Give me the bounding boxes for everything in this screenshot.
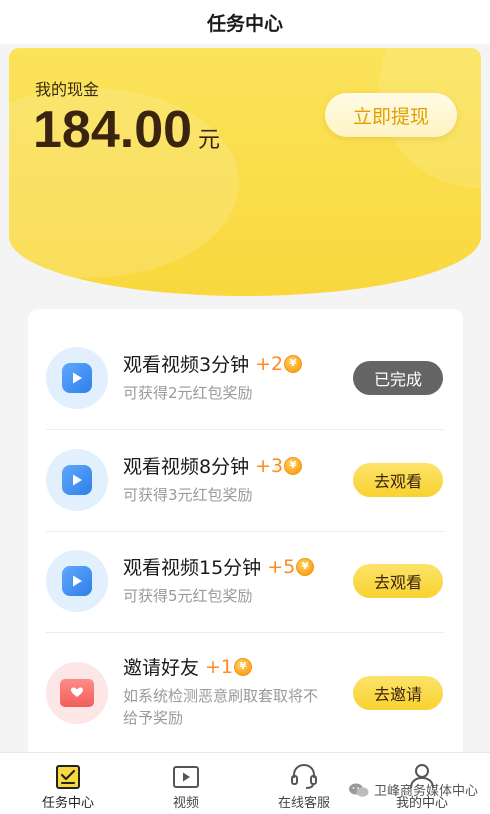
task-list: 观看视频3分钟 +2 ¥ 可获得2元红包奖励 已完成 观看视频8分钟 +3 ¥ …	[28, 309, 463, 769]
play-icon-badge	[46, 550, 108, 612]
coin-icon: ¥	[234, 657, 253, 676]
task-desc: 如系统检测恶意刷取套取将不 给予奖励	[123, 685, 318, 729]
task-title: 观看视频8分钟	[123, 456, 250, 478]
divider	[46, 429, 444, 430]
task-item-watch-8min: 观看视频8分钟 +3 ¥ 可获得3元红包奖励 去观看	[46, 448, 444, 512]
task-item-watch-3min: 观看视频3分钟 +2 ¥ 可获得2元红包奖励 已完成	[46, 346, 444, 410]
task-desc: 可获得3元红包奖励	[123, 486, 253, 504]
coin-icon: ¥	[284, 456, 303, 475]
tab-label: 视频	[172, 796, 199, 811]
tab-video[interactable]: 视频	[136, 753, 236, 811]
watermark-text: 卫峰商务媒体中心	[374, 784, 479, 799]
watch-button[interactable]: 去观看	[353, 463, 443, 497]
divider	[46, 632, 444, 633]
task-reward: +1	[205, 655, 234, 678]
task-title-row: 观看视频3分钟 +2 ¥	[123, 350, 303, 377]
wechat-icon	[349, 783, 369, 797]
task-title-row: 邀请好友 +1 ¥	[123, 653, 253, 680]
video-icon	[173, 766, 199, 788]
cash-card: 我的现金 184.00 元 立即提现	[9, 48, 481, 296]
task-reward: +3	[255, 454, 284, 477]
page-title: 任务中心	[206, 12, 283, 35]
task-desc-line: 给予奖励	[123, 709, 184, 727]
tab-customer-service[interactable]: 在线客服	[254, 753, 354, 811]
task-title: 邀请好友	[123, 657, 200, 679]
task-item-invite: 邀请好友 +1 ¥ 如系统检测恶意刷取套取将不 给予奖励 去邀请	[46, 651, 444, 735]
invite-icon-badge	[46, 662, 108, 724]
headset-icon	[291, 763, 317, 789]
task-title: 观看视频15分钟	[123, 557, 262, 579]
task-completed-button[interactable]: 已完成	[353, 361, 443, 395]
cash-amount: 184.00	[33, 101, 193, 159]
watch-button[interactable]: 去观看	[353, 564, 443, 598]
task-title: 观看视频3分钟	[123, 354, 250, 376]
divider	[46, 531, 444, 532]
task-item-watch-15min: 观看视频15分钟 +5 ¥ 可获得5元红包奖励 去观看	[46, 549, 444, 613]
task-title-row: 观看视频15分钟 +5 ¥	[123, 553, 315, 580]
cash-unit: 元	[198, 128, 221, 153]
play-icon-badge	[46, 347, 108, 409]
task-desc: 可获得5元红包奖励	[123, 587, 253, 605]
play-icon	[62, 566, 92, 596]
coin-icon: ¥	[284, 354, 303, 373]
cash-amount-row: 184.00 元	[33, 100, 220, 160]
tab-task-center[interactable]: 任务中心	[18, 753, 118, 811]
tab-label: 任务中心	[41, 796, 94, 811]
invite-button[interactable]: 去邀请	[353, 676, 443, 710]
cash-label: 我的现金	[35, 80, 100, 99]
task-reward: +5	[267, 555, 296, 578]
play-icon-badge	[46, 449, 108, 511]
coin-icon: ¥	[296, 557, 315, 576]
play-icon	[62, 363, 92, 393]
play-icon	[62, 465, 92, 495]
task-desc-line: 如系统检测恶意刷取套取将不	[123, 687, 319, 705]
invite-mail-icon	[60, 679, 94, 707]
tab-label: 在线客服	[277, 796, 330, 811]
page-header: 任务中心	[0, 0, 490, 44]
task-title-row: 观看视频8分钟 +3 ¥	[123, 452, 303, 479]
task-icon	[56, 765, 80, 789]
withdraw-button[interactable]: 立即提现	[325, 93, 457, 137]
task-desc: 可获得2元红包奖励	[123, 384, 253, 402]
task-reward: +2	[255, 352, 284, 375]
watermark: 卫峰商务媒体中心	[348, 780, 478, 799]
